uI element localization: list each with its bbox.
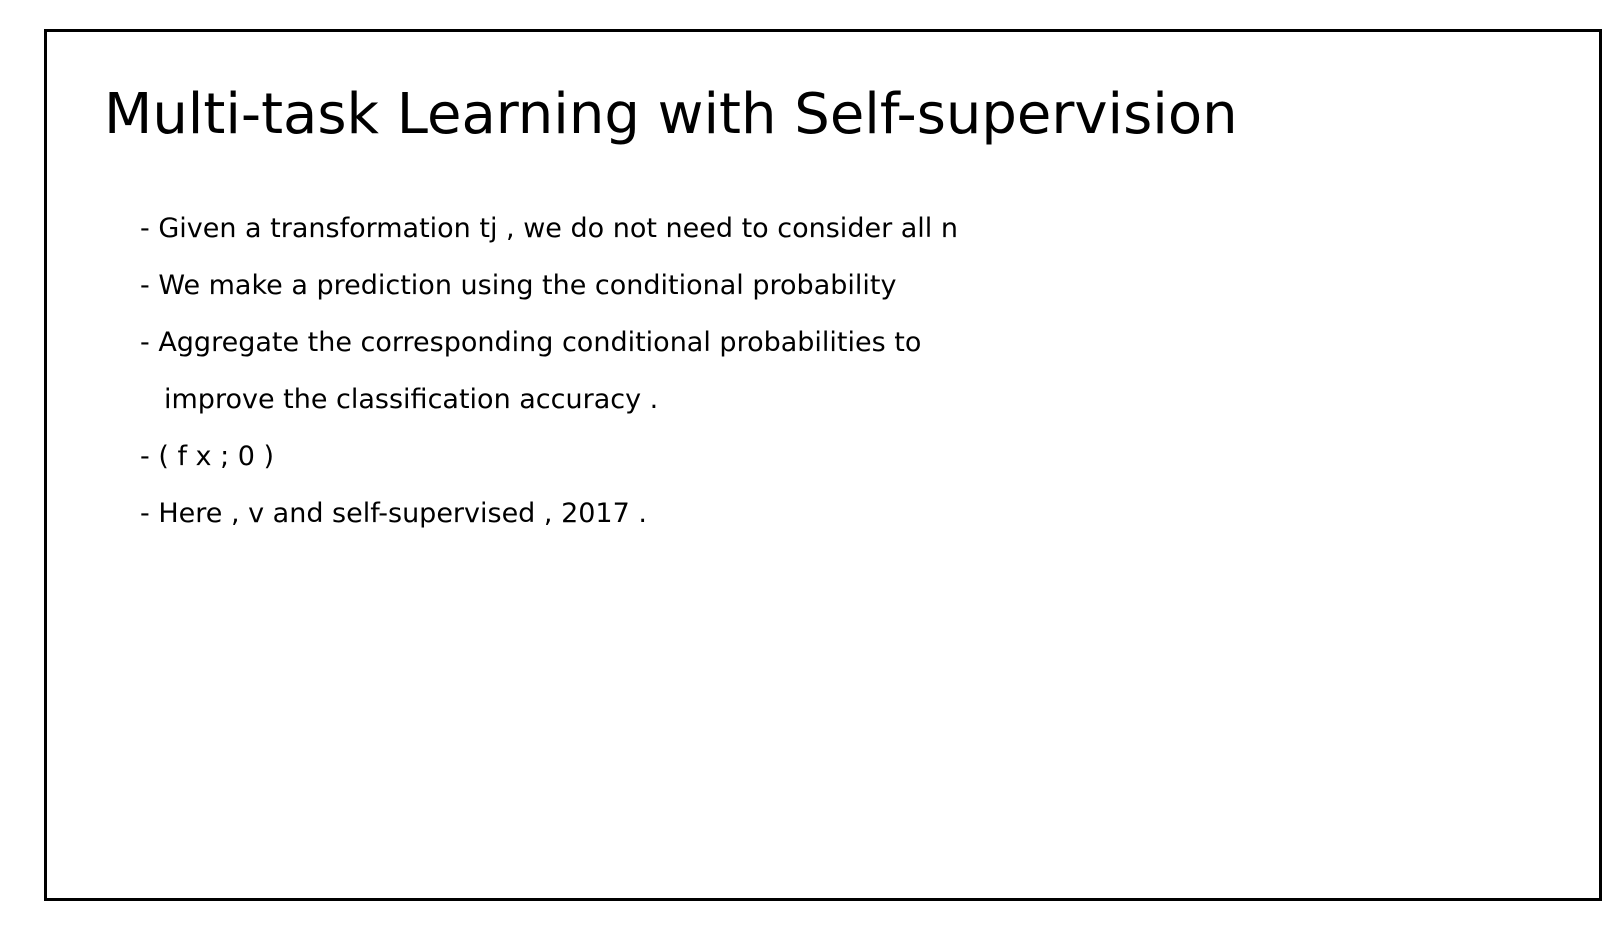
bullet-item-continuation: improve the classification accuracy . bbox=[164, 384, 659, 415]
slide-frame: Multi-task Learning with Self-supervisio… bbox=[44, 29, 1602, 901]
bullet-item: - Here , v and self-supervised , 2017 . bbox=[140, 498, 647, 529]
bullet-list: - Given a transformation tj , we do not … bbox=[140, 200, 958, 542]
bullet-item: - We make a prediction using the conditi… bbox=[140, 270, 897, 301]
bullet-item: - Given a transformation tj , we do not … bbox=[140, 213, 958, 244]
bullet-item: - ( f x ; 0 ) bbox=[140, 441, 275, 472]
slide-title: Multi-task Learning with Self-supervisio… bbox=[104, 82, 1238, 147]
bullet-item: - Aggregate the corresponding conditiona… bbox=[140, 327, 922, 358]
